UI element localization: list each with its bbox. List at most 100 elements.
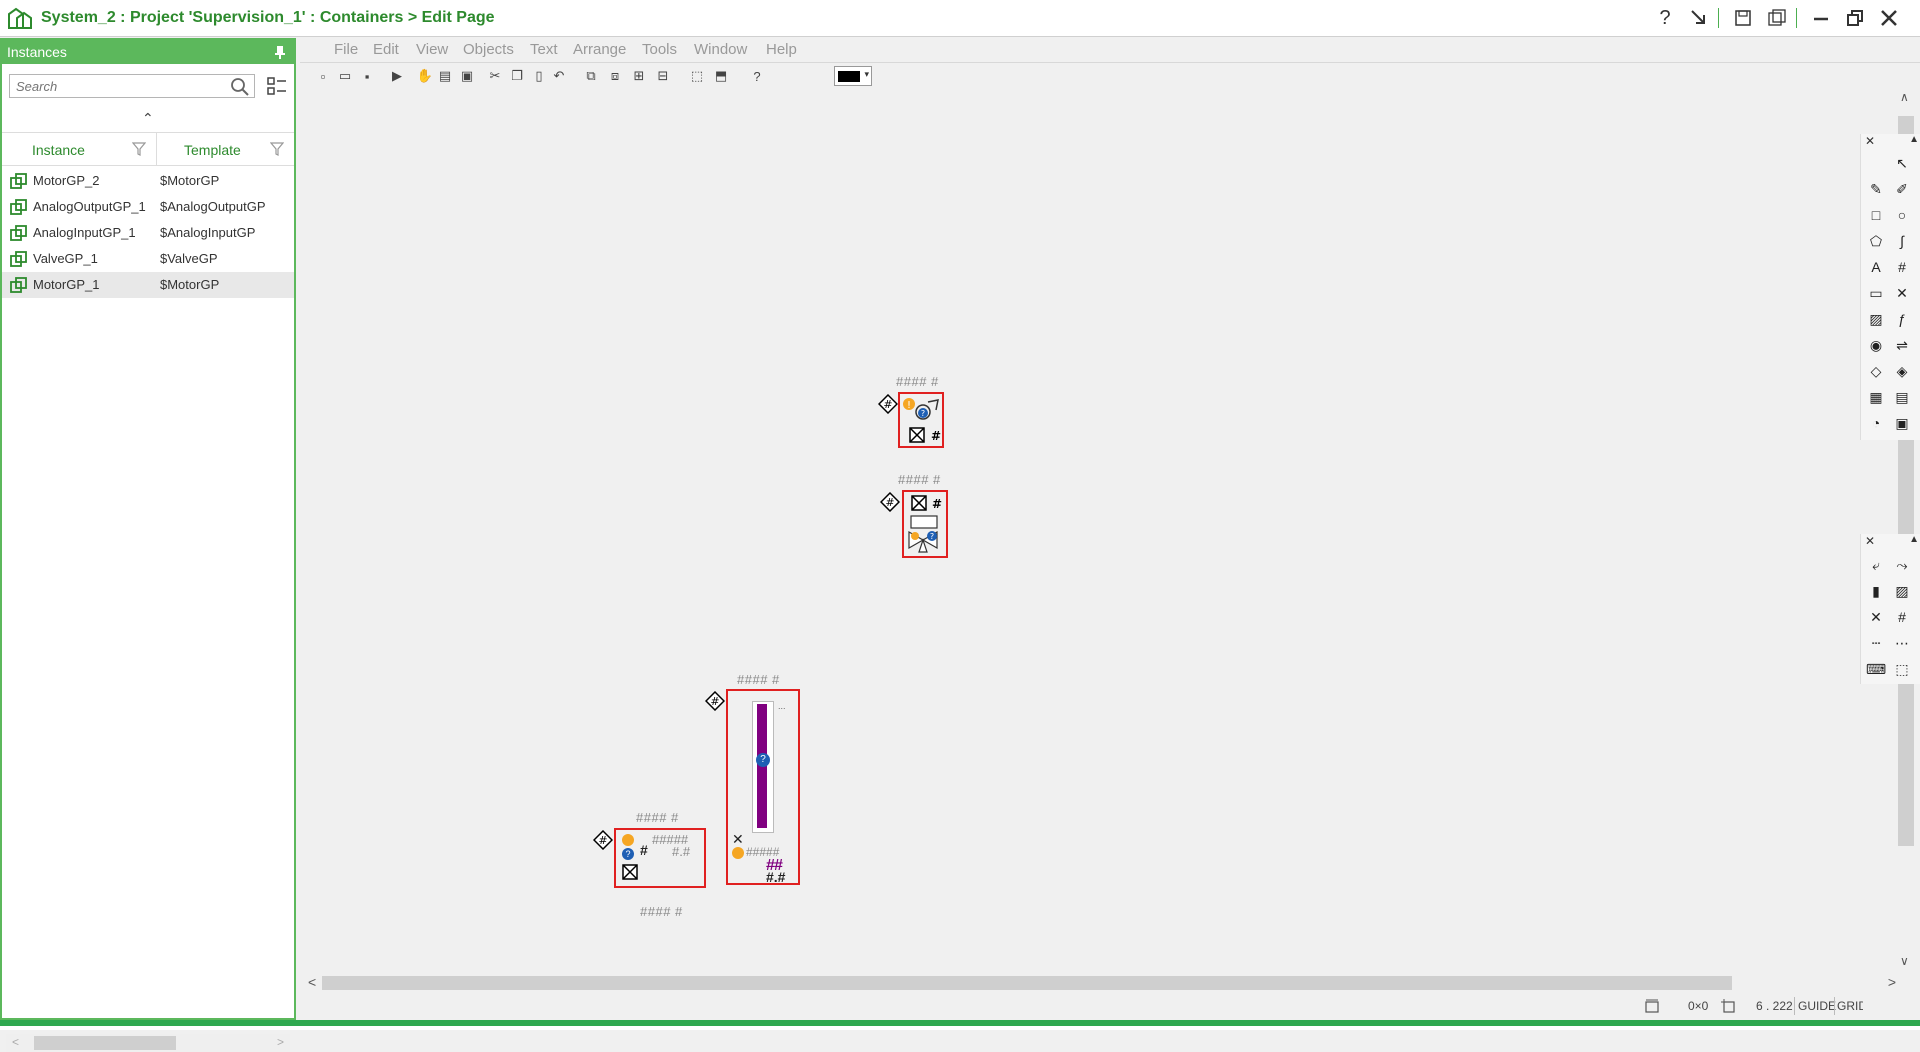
menu-objects[interactable]: Objects — [463, 41, 514, 58]
distribute-icon[interactable]: ⊟ — [654, 67, 672, 85]
num-icon[interactable]: # — [1891, 606, 1913, 628]
save-icon[interactable] — [1730, 6, 1756, 30]
tree-view-icon[interactable] — [266, 76, 288, 96]
menu-window[interactable]: Window — [694, 41, 747, 58]
button-icon[interactable]: ▭ — [1865, 282, 1887, 304]
guide-toggle[interactable]: GUIDE — [1798, 999, 1836, 1013]
rectangle-icon[interactable]: □ — [1865, 204, 1887, 226]
menu-edit[interactable]: Edit — [373, 41, 399, 58]
editor-canvas[interactable]: #### # # ! ? # #### # # # ? #### # # ? .… — [300, 88, 1900, 973]
analog-input-symbol[interactable]: ? # ##### #.# — [614, 828, 706, 888]
polygon-icon[interactable]: ⬠ — [1865, 230, 1887, 252]
menu-arrange[interactable]: Arrange — [573, 41, 626, 58]
help-icon[interactable]: ? — [748, 67, 766, 85]
motor-symbol[interactable]: ! ? # — [898, 392, 944, 448]
align-icon[interactable]: ⊞ — [630, 67, 648, 85]
cut-icon[interactable]: ✂ — [486, 67, 504, 85]
filter-icon[interactable] — [270, 141, 284, 157]
scroll-thumb[interactable] — [34, 1036, 176, 1050]
search-icon[interactable] — [230, 77, 250, 97]
pipe-icon[interactable]: ⇌ — [1891, 334, 1913, 356]
link-icon[interactable]: ⤶ — [1865, 554, 1887, 576]
scroll-thumb[interactable] — [322, 976, 1732, 990]
column-template[interactable]: Template — [184, 142, 241, 158]
horizontal-scrollbar[interactable]: < > — [308, 974, 1896, 992]
hand-icon[interactable]: ✋ — [416, 67, 434, 85]
close-icon[interactable] — [1876, 6, 1902, 30]
menu-help[interactable]: Help — [766, 41, 797, 58]
split-icon[interactable]: ⤳ — [1891, 554, 1913, 576]
shape-icon[interactable]: ⬚ — [1891, 658, 1913, 680]
fx-icon[interactable]: ƒ — [1891, 308, 1913, 330]
pen-icon[interactable]: ✐ — [1891, 178, 1913, 200]
valve-symbol[interactable]: # ? — [902, 490, 948, 558]
image-icon[interactable]: ▨ — [1865, 308, 1887, 330]
restore-icon[interactable] — [1842, 6, 1868, 30]
grid-icon[interactable]: ⋯ — [1891, 632, 1913, 654]
hotspot-handle-icon[interactable]: # — [705, 691, 725, 711]
table-row[interactable]: MotorGP_2 $MotorGP — [2, 168, 294, 194]
tool-icon[interactable]: ✕ — [1865, 606, 1887, 628]
keyboard-icon[interactable]: ⌨ — [1865, 658, 1887, 680]
hotspot-handle-icon[interactable]: # — [880, 492, 900, 512]
dock-icon[interactable] — [1686, 6, 1712, 30]
color-picker[interactable]: ▾ — [834, 66, 872, 86]
paste-icon[interactable]: ▯ — [530, 67, 548, 85]
menu-view[interactable]: View — [416, 41, 448, 58]
pencil-icon[interactable]: ✎ — [1865, 178, 1887, 200]
preview-icon[interactable]: ▣ — [458, 67, 476, 85]
collapse-up-icon[interactable]: ▲ — [1909, 534, 1919, 545]
table-icon[interactable]: ▤ — [1891, 386, 1913, 408]
pin-icon[interactable] — [274, 45, 286, 59]
menu-file[interactable]: File — [334, 41, 358, 58]
table-row[interactable]: AnalogOutputGP_1 $AnalogOutputGP — [2, 194, 294, 220]
curve-icon[interactable]: ∫ — [1891, 230, 1913, 252]
gallery-icon[interactable]: ▣ — [1891, 412, 1913, 434]
grid-toggle[interactable]: GRID — [1837, 999, 1863, 1013]
scroll-up-icon[interactable]: ∧ — [1900, 90, 1909, 104]
open-icon[interactable]: ▭ — [336, 67, 354, 85]
ungroup-icon[interactable]: ⧈ — [606, 67, 624, 85]
chart-icon[interactable]: ▦ — [1865, 386, 1887, 408]
run-icon[interactable]: ▶ — [388, 67, 406, 85]
scroll-right-icon[interactable]: > — [1888, 974, 1896, 990]
gauge-icon[interactable]: ◔ — [1865, 412, 1887, 434]
collapse-up-icon[interactable]: ▲ — [1909, 134, 1919, 145]
table-row[interactable]: MotorGP_1 $MotorGP — [2, 272, 294, 298]
line-icon[interactable]: ┄ — [1865, 632, 1887, 654]
select-icon[interactable]: ↖ — [1891, 152, 1913, 174]
close-icon[interactable]: ✕ — [1865, 134, 1875, 148]
fit-icon[interactable]: ⬒ — [712, 67, 730, 85]
scroll-left-icon[interactable]: < — [308, 974, 316, 990]
column-instance[interactable]: Instance — [32, 142, 85, 158]
camera-icon[interactable]: ◉ — [1865, 334, 1887, 356]
cross-icon[interactable]: ✕ — [1891, 282, 1913, 304]
hash-icon[interactable]: # — [1891, 256, 1913, 278]
scroll-left-icon[interactable]: < — [12, 1035, 19, 1049]
picture-icon[interactable]: ▨ — [1891, 580, 1913, 602]
text-icon[interactable]: A — [1865, 256, 1887, 278]
ellipse-icon[interactable]: ○ — [1891, 204, 1913, 226]
hotspot-handle-icon[interactable]: # — [593, 830, 613, 850]
save-all-icon[interactable] — [1764, 6, 1790, 30]
new-icon[interactable]: ▫ — [314, 67, 332, 85]
table-row[interactable]: AnalogInputGP_1 $AnalogInputGP — [2, 220, 294, 246]
close-icon[interactable]: ✕ — [1865, 534, 1875, 548]
menu-tools[interactable]: Tools — [642, 41, 677, 58]
help-icon[interactable]: ? — [1652, 6, 1678, 30]
scroll-down-icon[interactable]: ∨ — [1900, 954, 1909, 968]
battery-icon[interactable]: ▮ — [1865, 580, 1887, 602]
filter-icon[interactable] — [132, 141, 146, 157]
layers-icon[interactable]: ◈ — [1891, 360, 1913, 382]
minimize-icon[interactable] — [1808, 6, 1834, 30]
search-input[interactable] — [9, 74, 255, 98]
menu-text[interactable]: Text — [530, 41, 558, 58]
undo-icon[interactable]: ↶ — [550, 67, 568, 85]
properties-icon[interactable]: ▤ — [436, 67, 454, 85]
instances-horizontal-scrollbar[interactable]: < > — [6, 1034, 290, 1052]
group-icon[interactable]: ⧉ — [582, 67, 600, 85]
hotspot-handle-icon[interactable]: # — [878, 394, 898, 414]
scroll-right-icon[interactable]: > — [277, 1035, 284, 1049]
table-row[interactable]: ValveGP_1 $ValveGP — [2, 246, 294, 272]
resize-icon[interactable]: ⬚ — [688, 67, 706, 85]
